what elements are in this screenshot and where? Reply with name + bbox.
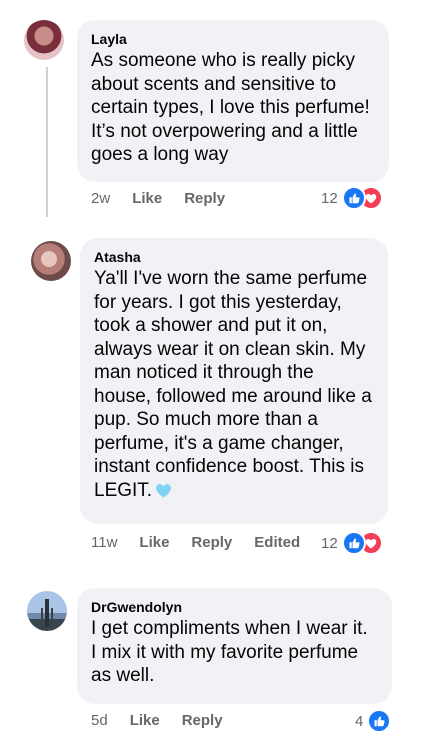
comment-actions: 5d Like Reply — [91, 711, 245, 731]
avatar[interactable] — [27, 591, 67, 631]
comment-bubble: Layla As someone who is really picky abo… — [77, 20, 389, 182]
reply-button[interactable]: Reply — [184, 189, 225, 209]
like-icon — [341, 186, 366, 210]
reaction-count: 12 — [321, 189, 338, 207]
like-button[interactable]: Like — [139, 533, 169, 553]
comment-bubble: Atasha Ya'll I've worn the same perfume … — [80, 238, 388, 524]
comment-actions: 11w Like Reply Edited — [91, 533, 322, 553]
like-icon — [367, 709, 392, 733]
comment-author[interactable]: DrGwendolyn — [91, 598, 378, 616]
reply-button[interactable]: Reply — [191, 533, 232, 553]
avatar[interactable] — [31, 241, 71, 281]
comment-text: As someone who is really picky about sce… — [91, 50, 370, 165]
comment-actions: 2w Like Reply — [91, 189, 247, 209]
reply-button[interactable]: Reply — [182, 711, 223, 731]
like-icon — [341, 531, 366, 555]
avatar[interactable] — [24, 20, 64, 60]
like-button[interactable]: Like — [130, 711, 160, 731]
comment-text-body: Ya'll I've worn the same perfume for yea… — [94, 268, 372, 501]
reaction-summary[interactable]: 4 — [355, 709, 392, 733]
comment-timestamp[interactable]: 2w — [91, 189, 110, 209]
like-button[interactable]: Like — [132, 189, 162, 209]
comment-text: I get compliments when I wear it. I mix … — [91, 618, 368, 686]
comment-author[interactable]: Layla — [91, 30, 375, 48]
reaction-count: 12 — [321, 534, 338, 552]
comment-timestamp[interactable]: 5d — [91, 711, 108, 731]
edited-label[interactable]: Edited — [254, 533, 300, 553]
reaction-summary[interactable]: 12 — [321, 531, 383, 555]
comment-timestamp[interactable]: 11w — [91, 533, 117, 553]
comment-bubble: DrGwendolyn I get compliments when I wea… — [77, 588, 392, 704]
comment-text: Ya'll I've worn the same perfume for yea… — [94, 267, 374, 502]
comment-author[interactable]: Atasha — [94, 248, 374, 266]
thread-line — [46, 67, 48, 217]
light-blue-heart-icon — [156, 483, 172, 497]
reaction-summary[interactable]: 12 — [321, 186, 383, 210]
reaction-count: 4 — [355, 712, 364, 730]
